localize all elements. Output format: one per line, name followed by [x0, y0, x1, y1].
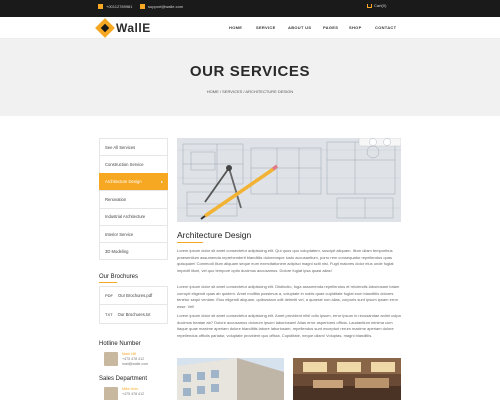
- phone-contact[interactable]: +00112789981: [98, 4, 133, 9]
- sidebar-item-label: See All Services: [105, 144, 136, 150]
- services-menu: See All Services Construction Service Ar…: [99, 138, 168, 260]
- brochure-name: Our Brochures.pdf: [118, 293, 153, 298]
- nav-home[interactable]: HOME: [229, 25, 242, 30]
- brochure-name: Our Brochures.txt: [117, 311, 151, 317]
- phone-number: +00112789981: [106, 4, 133, 9]
- sales-contact: Mike Horn +475 478 412: [104, 387, 144, 400]
- site-logo[interactable]: WallE: [95, 18, 151, 38]
- nav-about-us[interactable]: ABOUT US: [288, 25, 311, 30]
- avatar: [104, 387, 118, 400]
- sidebar-item-all-services[interactable]: See All Services: [99, 138, 168, 156]
- main-navigation: WallE HOME SERVICE ABOUT US PAGES SHOP C…: [0, 17, 500, 39]
- service-title: Architecture Design: [177, 230, 251, 243]
- heading-underline: [99, 282, 117, 283]
- avatar: [104, 352, 118, 366]
- cart-icon: [367, 3, 372, 8]
- email-address: support@walle.com: [148, 4, 184, 9]
- description-paragraph-2: Lorem ipsum dolor sit amet consectetur a…: [177, 284, 400, 310]
- sales-heading: Sales Department: [99, 376, 147, 382]
- chevron-right-icon: ▸: [160, 179, 163, 185]
- description-paragraph-3: Lorem ipsum dolor sit amet consectetur a…: [177, 313, 401, 339]
- sidebar-item-label: 3D Modeling: [105, 248, 129, 254]
- page-hero: OUR SERVICES HOME / SERVICES / ARCHITECT…: [0, 39, 500, 116]
- envelope-icon: [140, 4, 145, 9]
- sales-title: Sales Department: [99, 376, 148, 382]
- nav-shop[interactable]: SHOP: [349, 25, 362, 30]
- sidebar-item-renovation[interactable]: Renovation: [99, 190, 168, 208]
- contact-email[interactable]: mail@walle.com: [122, 362, 148, 367]
- sidebar-item-construction[interactable]: Construction Service: [99, 155, 168, 173]
- cart-link[interactable]: Cart(0): [367, 3, 386, 8]
- sidebar-item-industrial[interactable]: Industrial Architecture: [99, 207, 168, 225]
- contact-phone[interactable]: +475 478 412: [122, 392, 144, 397]
- sidebar-item-label: Industrial Architecture: [105, 214, 146, 220]
- brochure-txt-link[interactable]: TXT Our Brochures.txt: [100, 305, 167, 323]
- nav-service[interactable]: SERVICE: [256, 25, 276, 30]
- logo-text: WallE: [116, 21, 151, 35]
- sidebar-item-label: Construction Service: [105, 162, 144, 168]
- hotline-heading: Hotline Number: [99, 341, 141, 347]
- phone-icon: [98, 4, 103, 9]
- gallery-image-building: [177, 358, 284, 400]
- service-title-text: Architecture Design: [177, 230, 252, 240]
- sidebar-item-label: Renovation: [105, 196, 127, 202]
- nav-contact[interactable]: CONTACT: [375, 25, 396, 30]
- txt-icon: TXT: [105, 311, 113, 317]
- brochures-title: Our Brochures: [99, 274, 139, 280]
- sidebar-item-label: Architecture Design: [105, 179, 142, 185]
- brochure-list: PDF Our Brochures.pdf TXT Our Brochures.…: [99, 286, 168, 324]
- top-bar: +00112789981 support@walle.com Cart(0): [0, 0, 500, 17]
- blueprint-illustration: [177, 138, 401, 222]
- sidebar-item-architecture[interactable]: Architecture Design ▸: [99, 172, 168, 191]
- nav-pages[interactable]: PAGES: [323, 25, 338, 30]
- cart-label: Cart(0): [374, 3, 387, 8]
- logo-icon: [95, 18, 115, 38]
- email-contact[interactable]: support@walle.com: [140, 4, 183, 9]
- brochures-heading: Our Brochures: [99, 274, 138, 283]
- hotline-title: Hotline Number: [99, 341, 141, 347]
- building-illustration: [177, 358, 284, 400]
- hotline-contact: Mark Hill +475 478 412 mail@walle.com: [104, 352, 148, 367]
- page-title: OUR SERVICES: [189, 63, 311, 80]
- architecture-blueprint-image: [177, 138, 401, 222]
- description-paragraph-1: Lorem ipsum dolor sit amet consectetur a…: [177, 248, 394, 274]
- breadcrumb[interactable]: HOME / SERVICES / ARCHITECTURE DESIGN: [0, 89, 500, 94]
- gallery-image-interior: [293, 358, 401, 400]
- sidebar-item-interior[interactable]: Interior Service: [99, 224, 168, 243]
- title-underline: [177, 242, 203, 243]
- brochure-pdf-link[interactable]: PDF Our Brochures.pdf: [100, 287, 167, 305]
- interior-illustration: [293, 358, 401, 400]
- sidebar-item-label: Interior Service: [105, 231, 134, 237]
- pdf-icon: PDF: [105, 293, 113, 298]
- sidebar-item-3d-modeling[interactable]: 3D Modeling: [99, 242, 168, 260]
